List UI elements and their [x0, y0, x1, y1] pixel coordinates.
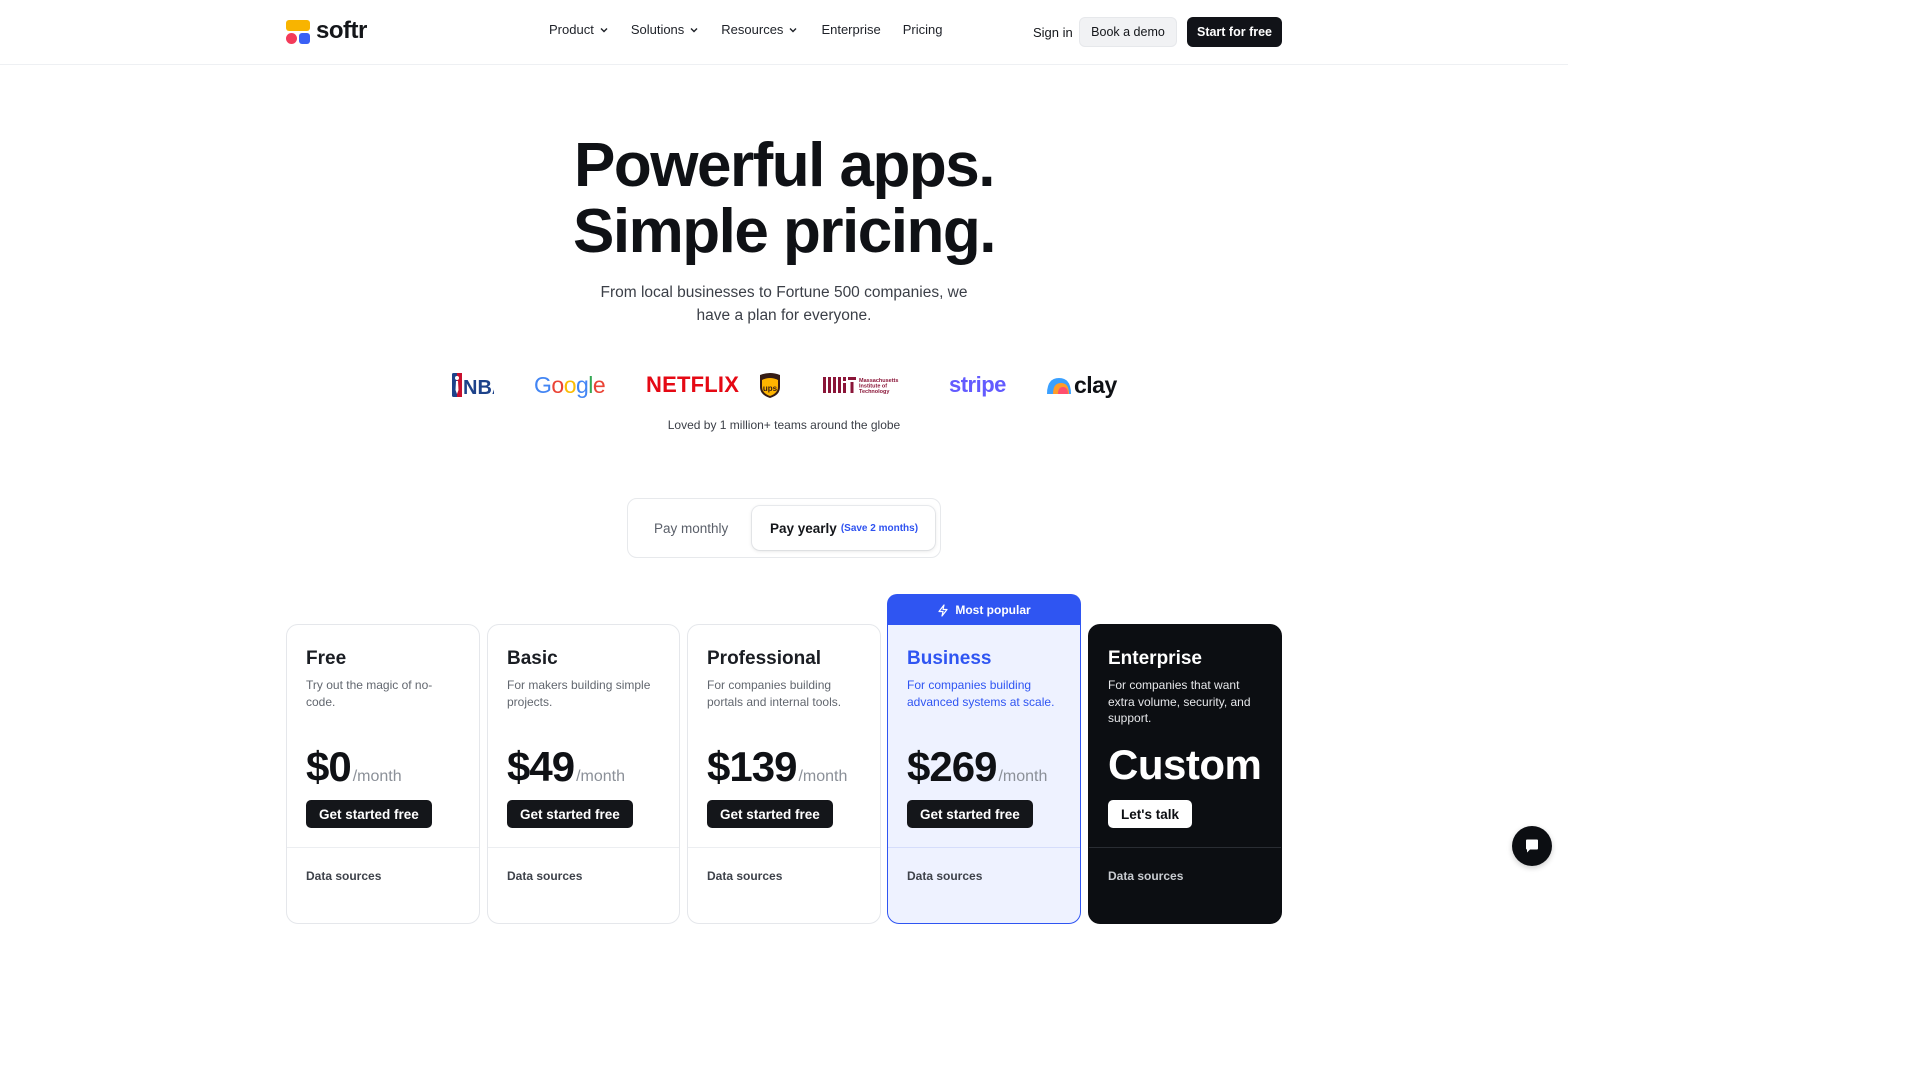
plan-description: For companies that want extra volume, se… — [1108, 678, 1251, 725]
lightning-icon — [938, 603, 948, 617]
softr-logo[interactable]: softr — [286, 19, 367, 45]
divider — [888, 847, 1080, 848]
price-amount: $49 — [507, 743, 575, 790]
site-header: softr Product Solutions Resources Enterp… — [0, 0, 1568, 65]
svg-text:Technology: Technology — [859, 389, 890, 395]
plan-card-professional: Professional For companies building port… — [687, 624, 881, 924]
nav-resources-label: Resources — [721, 22, 784, 37]
ups-logo: ups — [759, 370, 781, 400]
pay-yearly-option[interactable]: Pay yearly (Save 2 months) — [752, 506, 935, 550]
google-logo: Google — [534, 371, 606, 398]
price-amount: Custom — [1108, 741, 1262, 788]
price-period: /month — [576, 768, 625, 785]
divider — [1089, 847, 1281, 848]
lets-talk-button[interactable]: Let's talk — [1108, 800, 1192, 828]
price-amount: $269 — [907, 743, 997, 790]
plan-card-business: Business For companies building advanced… — [887, 624, 1081, 924]
nav-enterprise-label: Enterprise — [821, 22, 881, 37]
hero-title: Powerful apps. Simple pricing. — [0, 133, 1568, 265]
main-nav: Product Solutions Resources Enterprise P… — [549, 22, 942, 37]
customer-logos: NBA Google NETFLIX ups Massachusetts Ins… — [452, 370, 1120, 400]
section-heading: Data sources — [707, 869, 783, 883]
get-started-button[interactable]: Get started free — [907, 800, 1033, 828]
softr-logo-icon — [286, 19, 310, 45]
yearly-savings-note: (Save 2 months) — [840, 522, 919, 534]
plan-card-free: Free Try out the magic of no-code. $0 /m… — [286, 624, 480, 924]
nav-pricing[interactable]: Pricing — [903, 22, 943, 37]
clay-wordmark: clay — [1074, 371, 1117, 398]
plan-price: $0 /month — [306, 743, 402, 791]
section-heading: Data sources — [907, 869, 983, 883]
pay-monthly-option[interactable]: Pay monthly — [654, 521, 728, 536]
section-heading: Data sources — [1108, 869, 1184, 883]
plan-description: Try out the magic of no-code. — [306, 678, 433, 709]
start-free-button[interactable]: Start for free — [1187, 17, 1282, 47]
nav-pricing-label: Pricing — [902, 22, 943, 37]
pay-yearly-label: Pay yearly — [770, 520, 837, 536]
plan-name: Professional — [707, 648, 822, 669]
plan-name: Enterprise — [1108, 648, 1202, 669]
hero-title-line2: Simple pricing. — [573, 197, 996, 266]
price-period: /month — [998, 768, 1048, 785]
plan-card-basic: Basic For makers building simple project… — [487, 624, 680, 924]
plan-name: Business — [907, 648, 992, 669]
nba-logo-mark: NBA — [452, 373, 494, 398]
chevron-down-icon — [789, 27, 797, 32]
brand-name: softr — [316, 17, 367, 44]
ups-logo-mark: ups — [760, 372, 780, 398]
nba-logo: NBA — [452, 370, 494, 400]
plan-description: For companies building portals and inter… — [707, 678, 842, 709]
nav-product-label: Product — [549, 22, 594, 37]
divider — [688, 847, 880, 848]
svg-text:NBA: NBA — [463, 377, 494, 398]
divider — [488, 847, 679, 848]
plan-name: Free — [306, 648, 347, 669]
most-popular-badge: Most popular — [887, 594, 1081, 626]
clay-logo-mark — [1047, 378, 1071, 394]
plan-description: For companies building advanced systems … — [907, 678, 1055, 709]
mit-logo: Massachusetts Institute of Technology — [823, 370, 909, 400]
section-heading: Data sources — [507, 869, 583, 883]
plan-price: $269 /month — [907, 743, 1047, 791]
nav-resources[interactable]: Resources — [721, 22, 798, 37]
stripe-logo: stripe — [949, 372, 1006, 397]
social-proof-text: Loved by 1 million+ teams around the glo… — [667, 418, 901, 432]
netflix-logo: NETFLIX — [646, 372, 740, 397]
nav-product[interactable]: Product — [549, 22, 609, 37]
nav-solutions[interactable]: Solutions — [631, 22, 699, 37]
plan-name: Basic — [507, 648, 558, 669]
clay-logo: clay — [1045, 370, 1120, 400]
hero-subtitle: From local businesses to Fortune 500 com… — [600, 284, 968, 324]
plan-card-enterprise: Enterprise For companies that want extra… — [1088, 624, 1282, 924]
chevron-down-icon — [600, 27, 608, 32]
get-started-button[interactable]: Get started free — [306, 800, 432, 828]
svg-text:ups: ups — [763, 384, 778, 393]
section-heading: Data sources — [306, 869, 382, 883]
billing-toggle: Pay monthly Pay yearly (Save 2 months) — [627, 498, 941, 558]
chat-icon — [1526, 839, 1538, 853]
chat-widget-button[interactable] — [1512, 826, 1552, 866]
price-period: /month — [352, 768, 402, 785]
mit-logo-mark: Massachusetts Institute of Technology — [823, 377, 898, 395]
book-demo-button[interactable]: Book a demo — [1079, 17, 1177, 47]
get-started-button[interactable]: Get started free — [507, 800, 633, 828]
get-started-button[interactable]: Get started free — [707, 800, 833, 828]
plan-price: $139 /month — [707, 743, 847, 791]
nav-enterprise[interactable]: Enterprise — [821, 22, 880, 37]
most-popular-label: Most popular — [955, 603, 1031, 617]
plan-price: $49 /month — [507, 743, 625, 791]
plan-description: For makers building simple projects. — [507, 678, 651, 709]
divider — [287, 847, 479, 848]
chevron-down-icon — [690, 27, 698, 32]
hero-title-line1: Powerful apps. — [574, 131, 995, 200]
price-period: /month — [798, 768, 848, 785]
sign-in-link[interactable]: Sign in — [1033, 25, 1073, 40]
price-amount: $0 — [306, 743, 352, 790]
price-amount: $139 — [707, 743, 797, 790]
nav-solutions-label: Solutions — [630, 22, 685, 37]
